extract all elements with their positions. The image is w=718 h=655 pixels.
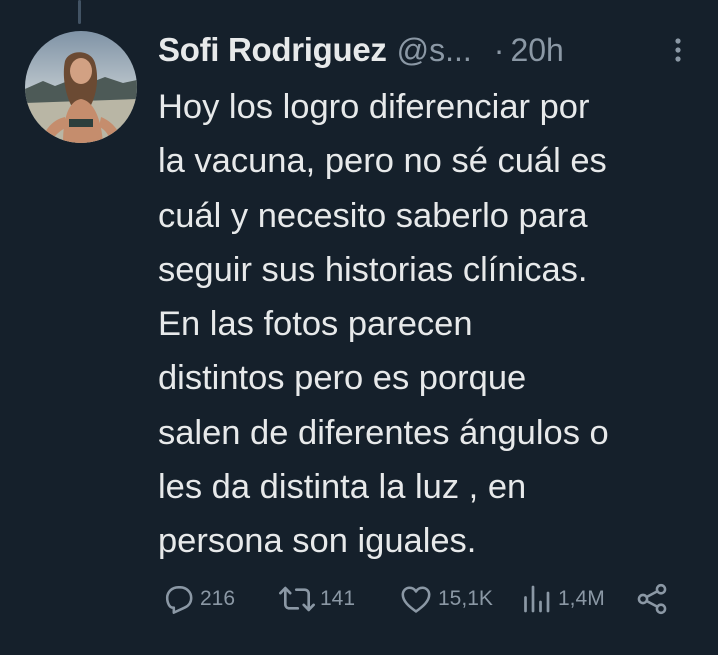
tweet-text-line: Hoy los logro diferenciar por: [158, 88, 590, 126]
tweet-header: Sofi Rodriguez @s... · 20h: [158, 26, 698, 74]
like-button[interactable]: 15,1K: [398, 580, 493, 618]
share-icon: [637, 583, 667, 615]
tweet-text-line: En las fotos parecen: [158, 305, 473, 344]
reply-count: 216: [200, 587, 236, 610]
retweet-count: 141: [320, 587, 356, 610]
views-icon: [524, 585, 550, 613]
views-button[interactable]: 1,4M: [518, 580, 605, 618]
avatar[interactable]: [25, 31, 137, 143]
tweet-text-line: la vacuna, pero no sé cuál es: [158, 142, 607, 181]
heart-icon: [401, 586, 431, 613]
tweet-text-line: distintos pero es porque: [158, 359, 527, 398]
views-count: 1,4M: [558, 587, 605, 610]
retweet-icon: [279, 586, 315, 612]
tweet-text-line: seguir sus historias clínicas.: [158, 250, 588, 289]
tweet-text-line: cuál y necesito saberlo para: [158, 196, 588, 235]
separator-dot: ·: [493, 31, 505, 68]
tweet-text-line: les da distinta la luz , en: [158, 468, 527, 507]
reply-icon: [165, 586, 193, 614]
retweet-button[interactable]: 141: [278, 580, 355, 618]
thread-connector-line: [78, 0, 81, 24]
timestamp[interactable]: 20h: [510, 32, 563, 69]
tweet-text: Hoy los logro diferenciar por la vacuna,…: [158, 80, 713, 569]
display-name[interactable]: Sofi Rodriguez: [158, 31, 387, 69]
reply-button[interactable]: 216: [160, 580, 235, 618]
more-options-button[interactable]: [663, 34, 693, 66]
more-vertical-icon: [675, 38, 681, 62]
like-count: 15,1K: [438, 587, 493, 610]
tweet-text-line: salen de diferentes ángulos o: [158, 413, 609, 452]
share-button[interactable]: [634, 580, 670, 618]
user-handle[interactable]: @s...: [397, 32, 472, 69]
tweet-text-line: persona son iguales.: [158, 522, 477, 561]
tweet-action-bar: 216 141 15,1K 1,4M: [160, 580, 680, 618]
avatar-photo: [25, 31, 137, 143]
